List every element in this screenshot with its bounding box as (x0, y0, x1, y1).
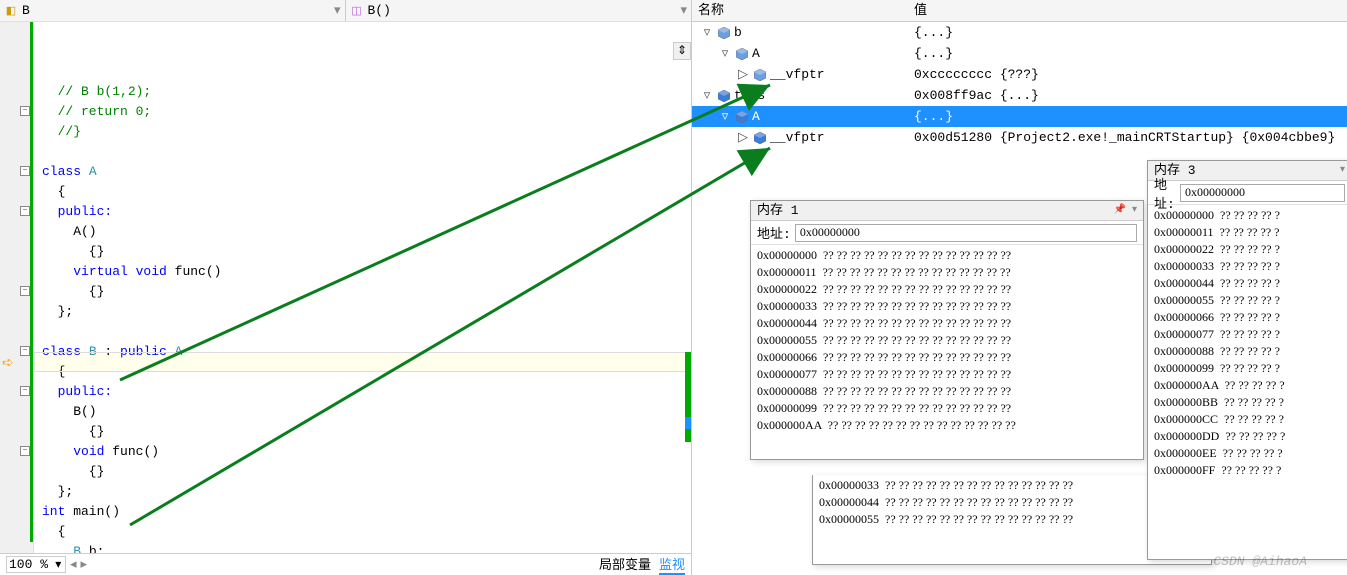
editor-pane: ◧ B ▾ ◫ B() ▾ ➪ − − − − − − − (0, 0, 692, 575)
watch-rows: ▿b{...}▿A{...}▷__vfptr0xcccccccc {???}▿t… (692, 22, 1347, 148)
watch-row[interactable]: ▿ this 0x008ff9ac {...} (692, 85, 1347, 106)
watch-value: {...} (908, 109, 1347, 124)
member-text: B() (368, 3, 391, 18)
code-line[interactable]: {} (42, 242, 691, 262)
memory3-address-input[interactable] (1180, 184, 1345, 202)
code-line[interactable]: {} (42, 422, 691, 442)
watch-value: {...} (908, 25, 1347, 40)
memory-window-1[interactable]: 内存 1 📌 ▾ 地址: 0x00000000 ?? ?? ?? ?? ?? ??… (750, 200, 1144, 460)
expand-toggle-icon[interactable]: ▷ (736, 67, 750, 82)
code-line[interactable]: int main() (42, 502, 691, 522)
variable-icon (718, 27, 730, 39)
memory1-title: 内存 1 (757, 201, 799, 221)
addr-label: 地址: (757, 223, 791, 242)
code-line[interactable]: //} (42, 122, 691, 142)
code-line[interactable] (42, 142, 691, 162)
code-line[interactable]: public: (42, 382, 691, 402)
member-selector[interactable]: ◫ B() ▾ (346, 0, 692, 21)
chevron-down-icon: ▾ (680, 3, 687, 18)
col-name: 名称 (692, 0, 908, 21)
fold-toggle[interactable]: − (20, 206, 30, 216)
zoom-selector[interactable]: 100 % ▾ (6, 556, 66, 573)
variable-icon (736, 48, 748, 60)
fold-toggle[interactable]: − (20, 446, 30, 456)
code-line[interactable]: }; (42, 482, 691, 502)
tab-locals[interactable]: 局部变量 (599, 554, 651, 575)
pin-icon[interactable]: ▾ (1340, 161, 1345, 181)
watch-value: 0x008ff9ac {...} (908, 88, 1347, 103)
code-line[interactable]: }; (42, 302, 691, 322)
code-line[interactable]: virtual void func() (42, 262, 691, 282)
object-icon (736, 111, 748, 123)
object-icon (754, 132, 766, 144)
watch-row[interactable]: ▿ A {...} (692, 106, 1347, 127)
code-line[interactable]: B() (42, 402, 691, 422)
code-line[interactable]: B b; (42, 542, 691, 553)
watch-name: A (752, 109, 760, 124)
code-line[interactable]: // return 0; (42, 102, 691, 122)
scope-selector[interactable]: ◧ B ▾ (0, 0, 346, 21)
memory3-body[interactable]: 0x00000000 ?? ?? ?? ?? ? 0x00000011 ?? ?… (1148, 205, 1347, 559)
code-line[interactable]: {} (42, 282, 691, 302)
code-line[interactable]: class A (42, 162, 691, 182)
collapse-updown-icon[interactable]: ⇕ (673, 42, 691, 60)
nav-next-icon[interactable]: ▸ (81, 557, 88, 572)
expand-toggle-icon[interactable]: ▿ (718, 46, 732, 61)
watch-row[interactable]: ▿ A {...} (692, 43, 1347, 64)
memory1-address-input[interactable] (795, 224, 1137, 242)
chevron-down-icon: ▾ (334, 3, 341, 18)
current-line-arrow-icon: ➪ (2, 355, 16, 369)
memory1-body[interactable]: 0x00000000 ?? ?? ?? ?? ?? ?? ?? ?? ?? ??… (751, 245, 1143, 459)
watch-value: 0x00d51280 {Project2.exe!_mainCRTStartup… (908, 130, 1347, 145)
expand-toggle-icon[interactable]: ▷ (736, 130, 750, 145)
status-bar: 100 % ▾ ◂ ▸ 局部变量 监视 (0, 553, 691, 575)
code-lines[interactable]: // B b(1,2); // return 0; //} class A { … (34, 22, 691, 553)
object-icon (718, 90, 730, 102)
code-line[interactable]: { (42, 182, 691, 202)
watch-header: 名称 值 (692, 0, 1347, 22)
navigation-bar: ◧ B ▾ ◫ B() ▾ (0, 0, 691, 22)
nav-prev-icon[interactable]: ◂ (70, 557, 77, 572)
watch-row[interactable]: ▷ __vfptr 0xcccccccc {???} (692, 64, 1347, 85)
expand-toggle-icon[interactable]: ▿ (700, 88, 714, 103)
fold-toggle[interactable]: − (20, 106, 30, 116)
fold-toggle[interactable]: − (20, 286, 30, 296)
fold-toggle[interactable]: − (20, 166, 30, 176)
watch-name: b (734, 25, 742, 40)
watch-row[interactable]: ▷ __vfptr 0x00d51280 {Project2.exe!_mainCR… (692, 127, 1347, 148)
gutter: ➪ − − − − − − − (0, 22, 34, 553)
watch-value: 0xcccccccc {???} (908, 67, 1347, 82)
code-line[interactable]: // B b(1,2); (42, 82, 691, 102)
fold-toggle[interactable]: − (20, 386, 30, 396)
watch-row[interactable]: ▿ b {...} (692, 22, 1347, 43)
code-line[interactable]: A() (42, 222, 691, 242)
code-line[interactable]: void func() (42, 442, 691, 462)
watch-value: {...} (908, 46, 1347, 61)
class-icon: ◧ (4, 4, 18, 18)
code-line[interactable] (42, 322, 691, 342)
watch-name: __vfptr (770, 130, 825, 145)
code-area[interactable]: ➪ − − − − − − − // B b(1,2); // return 0… (0, 22, 691, 553)
bottom-tabs: 局部变量 监视 (599, 554, 685, 575)
watermark: CSDN @AihaoA (1213, 554, 1307, 569)
watch-name: A (752, 46, 760, 61)
fold-toggle[interactable]: − (20, 346, 30, 356)
debug-pane: 名称 值 ▿b{...}▿A{...}▷__vfptr0xcccccccc {?… (692, 0, 1347, 575)
method-icon: ◫ (350, 4, 364, 18)
watch-name: this (734, 88, 765, 103)
code-line[interactable]: public: (42, 202, 691, 222)
col-value: 值 (908, 0, 1347, 21)
code-line[interactable]: {} (42, 462, 691, 482)
expand-toggle-icon[interactable]: ▿ (718, 109, 732, 124)
watch-name: __vfptr (770, 67, 825, 82)
code-line[interactable]: { (42, 522, 691, 542)
pin-icon[interactable]: 📌 ▾ (1114, 201, 1137, 221)
memory-window-3[interactable]: 内存 3▾ 地址: 0x00000000 ?? ?? ?? ?? ? 0x000… (1147, 160, 1347, 560)
tab-watch[interactable]: 监视 (659, 554, 685, 575)
scope-text: B (22, 3, 30, 18)
expand-toggle-icon[interactable]: ▿ (700, 25, 714, 40)
variable-icon (754, 69, 766, 81)
